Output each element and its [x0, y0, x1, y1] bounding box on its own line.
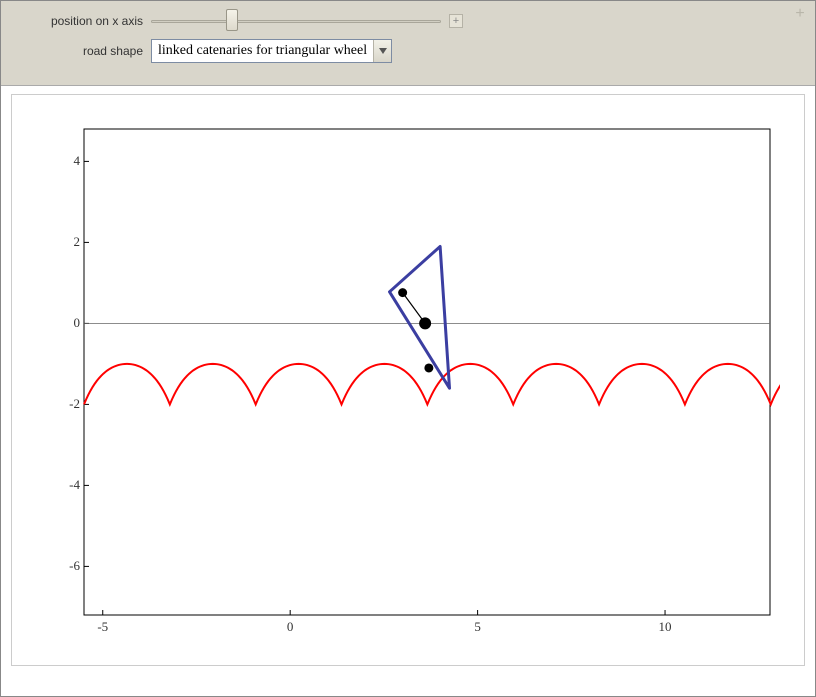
plot-canvas: -6 -4 -2 0 2 4 -5 0 5 10 [36, 119, 780, 641]
slider-expand-icon[interactable]: + [449, 14, 463, 28]
x-tick-label: -5 [97, 619, 108, 635]
dropdown-label: road shape [15, 44, 143, 58]
chevron-down-icon[interactable] [373, 40, 391, 62]
road-shape-dropdown[interactable]: linked catenaries for triangular wheel [151, 39, 392, 63]
plot-svg [36, 119, 780, 641]
y-tick-label: -4 [40, 477, 80, 493]
expand-icon[interactable]: + [793, 7, 807, 21]
slider-rail [151, 20, 441, 23]
control-panel: + position on x axis + road shape linked… [1, 1, 815, 86]
plot-area: -6 -4 -2 0 2 4 -5 0 5 10 [1, 86, 815, 674]
y-tick-label: 0 [40, 315, 80, 331]
slider-row: position on x axis + [15, 11, 801, 31]
dropdown-row: road shape linked catenaries for triangu… [15, 39, 801, 63]
y-tick-label: 4 [40, 153, 80, 169]
dropdown-selected-text: linked catenaries for triangular wheel [152, 40, 373, 62]
y-tick-label: -2 [40, 396, 80, 412]
x-tick-label: 10 [659, 619, 672, 635]
slider-thumb[interactable] [226, 9, 238, 31]
x-tick-label: 5 [474, 619, 481, 635]
slider-label: position on x axis [15, 14, 143, 28]
position-slider[interactable] [151, 11, 441, 31]
y-tick-label: -6 [40, 558, 80, 574]
x-tick-label: 0 [287, 619, 294, 635]
y-tick-label: 2 [40, 234, 80, 250]
plot-frame: -6 -4 -2 0 2 4 -5 0 5 10 [11, 94, 805, 666]
